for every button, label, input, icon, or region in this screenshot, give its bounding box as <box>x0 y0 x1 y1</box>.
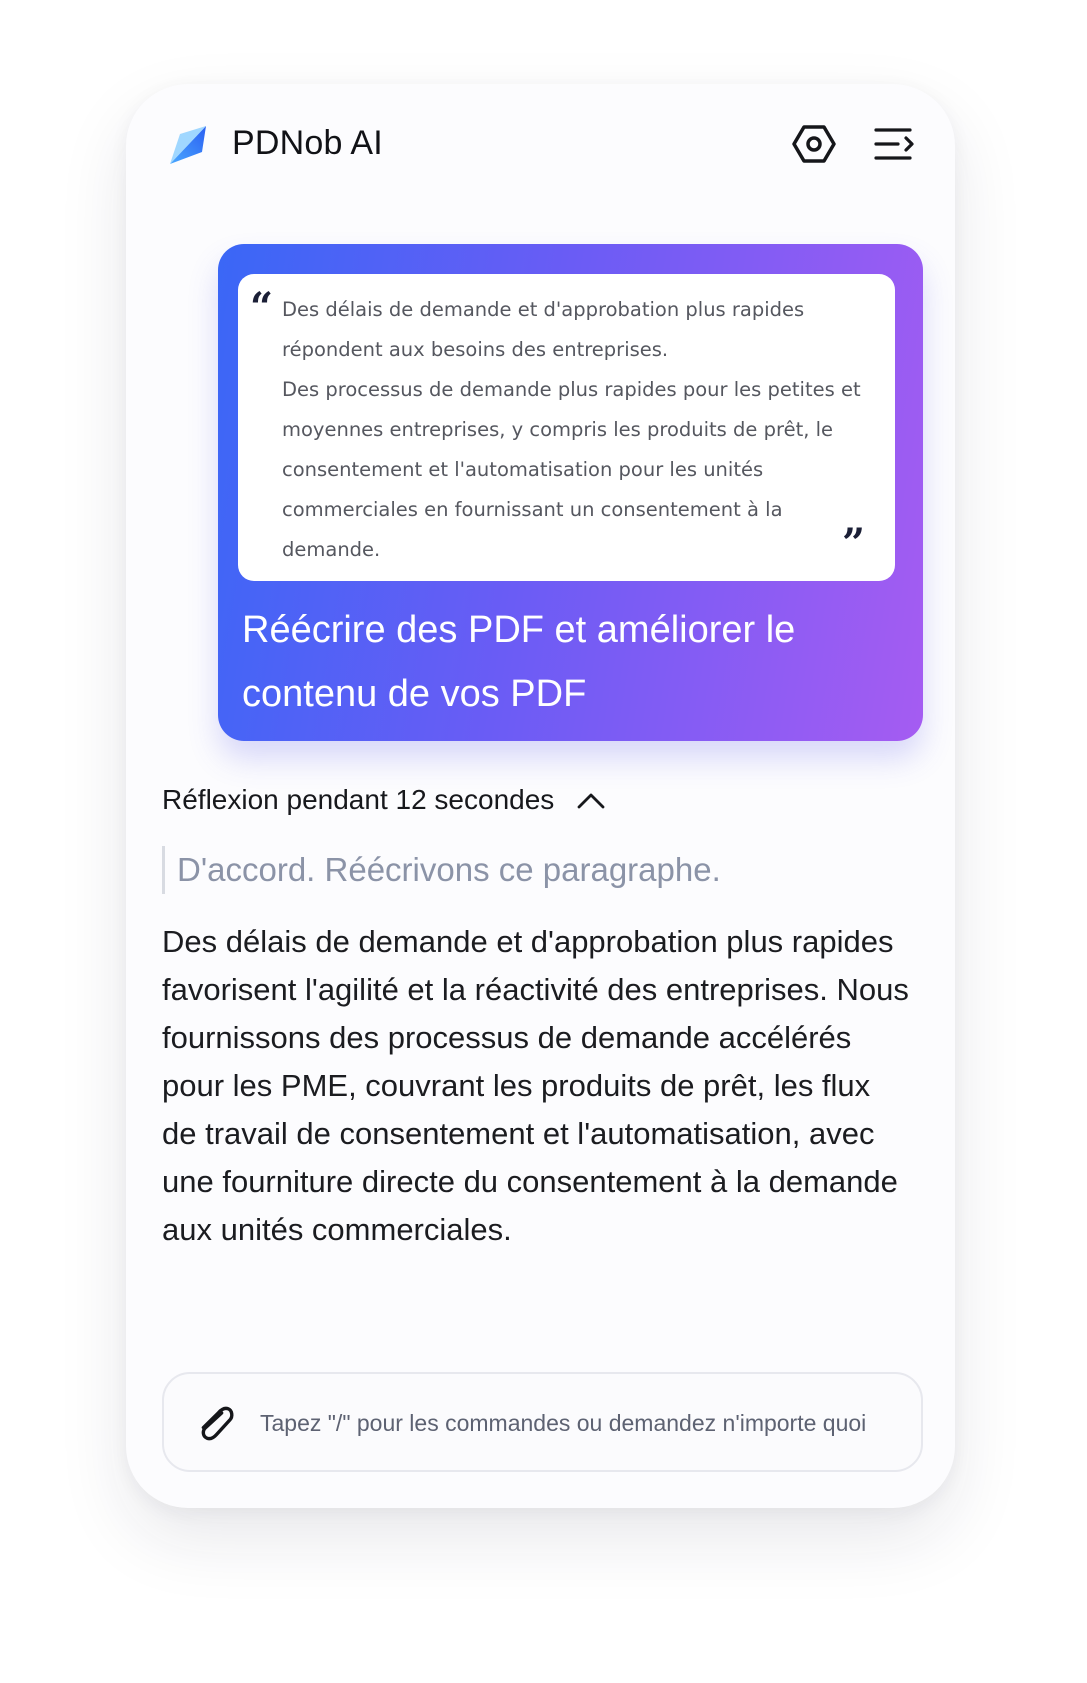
reflection-thought: D'accord. Réécrivons ce paragraphe. <box>162 846 721 894</box>
app-header: PDNob AI <box>126 84 955 204</box>
pdnob-logo-icon <box>170 126 206 164</box>
menu-collapse-icon <box>874 128 914 160</box>
reflection-label: Réflexion pendant 12 secondes <box>162 784 555 815</box>
promo-card: “ Des délais de demande et d'approbation… <box>218 244 923 741</box>
app-title: PDNob AI <box>232 124 383 162</box>
page-background: PDNob AI “ Des délais de demande et d'ap… <box>0 0 1087 1683</box>
ai-response-text: Des délais de demande et d'approbation p… <box>162 924 909 1247</box>
reflection-toggle[interactable]: Réflexion pendant 12 secondes <box>162 784 606 816</box>
chat-input-bar <box>162 1372 923 1472</box>
menu-button[interactable] <box>870 120 918 168</box>
quote-box: “ Des délais de demande et d'approbation… <box>238 274 895 581</box>
settings-button[interactable] <box>790 120 838 168</box>
open-quote-icon: “ <box>250 284 274 331</box>
close-quote-icon: ” <box>842 520 866 567</box>
quote-text: Des délais de demande et d'approbation p… <box>282 290 872 570</box>
paperclip-icon[interactable] <box>192 1402 236 1446</box>
promo-title: Réécrire des PDF et améliorer le contenu… <box>242 609 796 715</box>
app-window: PDNob AI “ Des délais de demande et d'ap… <box>126 84 955 1508</box>
chat-input[interactable] <box>260 1396 900 1450</box>
quote-line: Des processus de demande plus rapides po… <box>282 378 861 561</box>
hexagon-settings-icon <box>792 125 836 163</box>
chevron-up-icon <box>577 793 605 809</box>
quote-line: Des délais de demande et d'approbation p… <box>282 298 805 361</box>
